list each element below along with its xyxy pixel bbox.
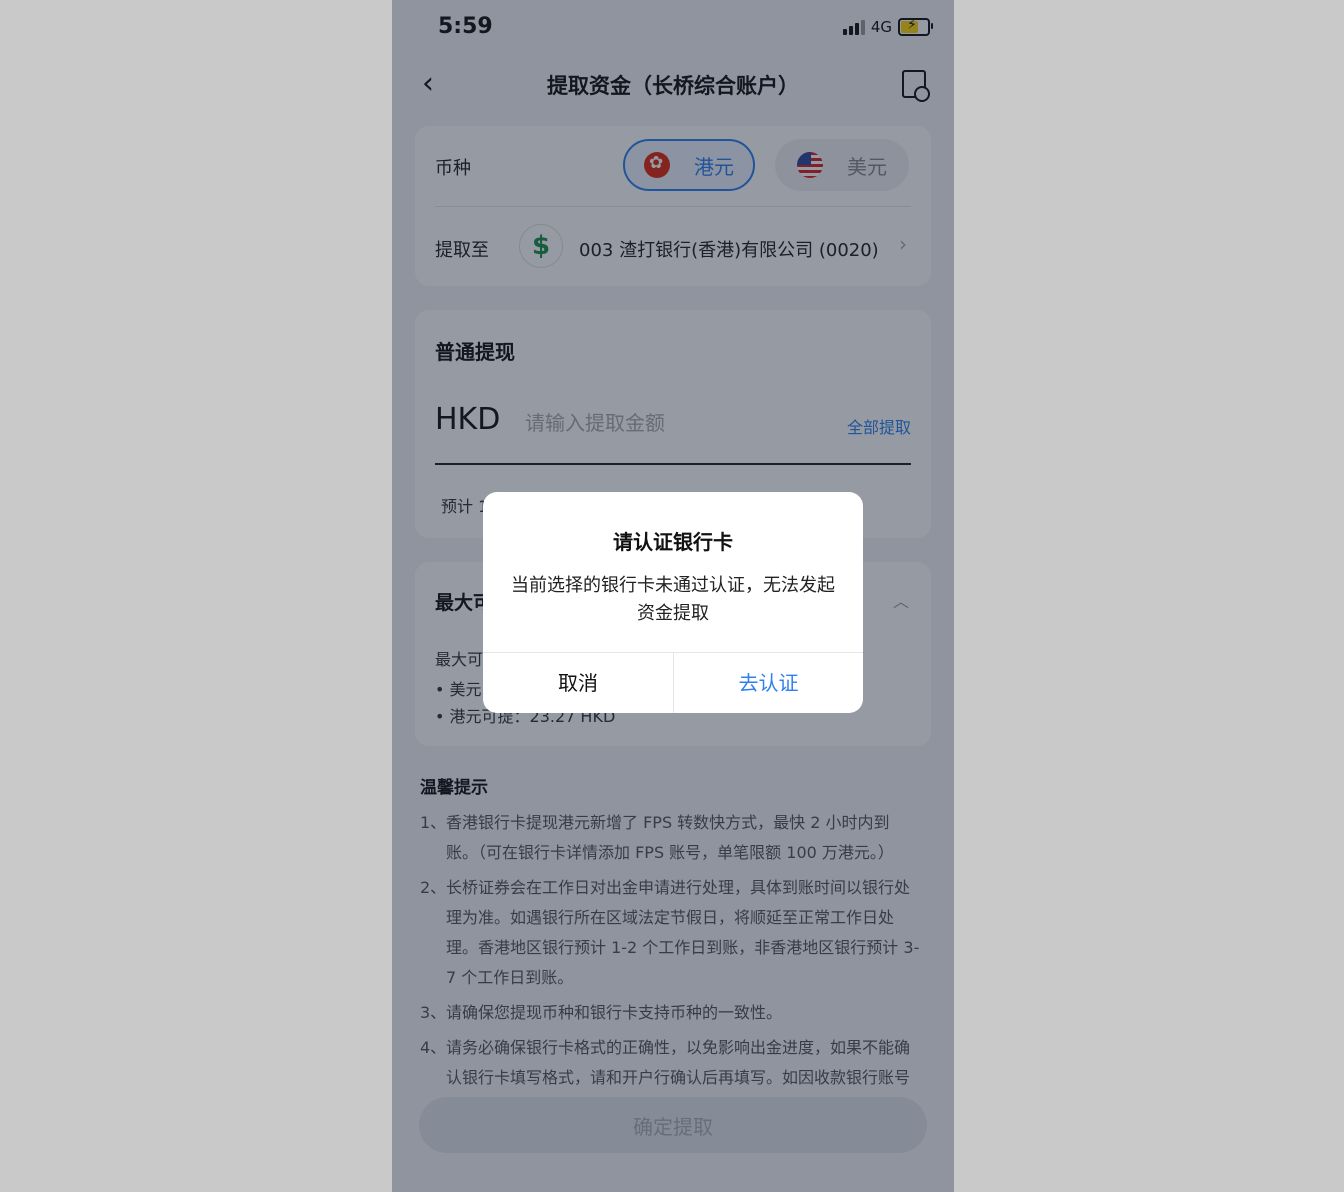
verify-card-dialog: 请认证银行卡 当前选择的银行卡未通过认证，无法发起资金提取 取消 去认证 bbox=[483, 492, 863, 713]
go-verify-button[interactable]: 去认证 bbox=[674, 653, 863, 713]
dialog-message: 当前选择的银行卡未通过认证，无法发起资金提取 bbox=[511, 575, 835, 624]
dialog-title: 请认证银行卡 bbox=[613, 530, 733, 554]
app-screen: 5:59 4G ⚡ ‹ 提取资金（长桥综合账户） 币种 港元 美元 提取至 $ … bbox=[392, 0, 954, 1192]
cancel-button[interactable]: 取消 bbox=[483, 653, 673, 713]
